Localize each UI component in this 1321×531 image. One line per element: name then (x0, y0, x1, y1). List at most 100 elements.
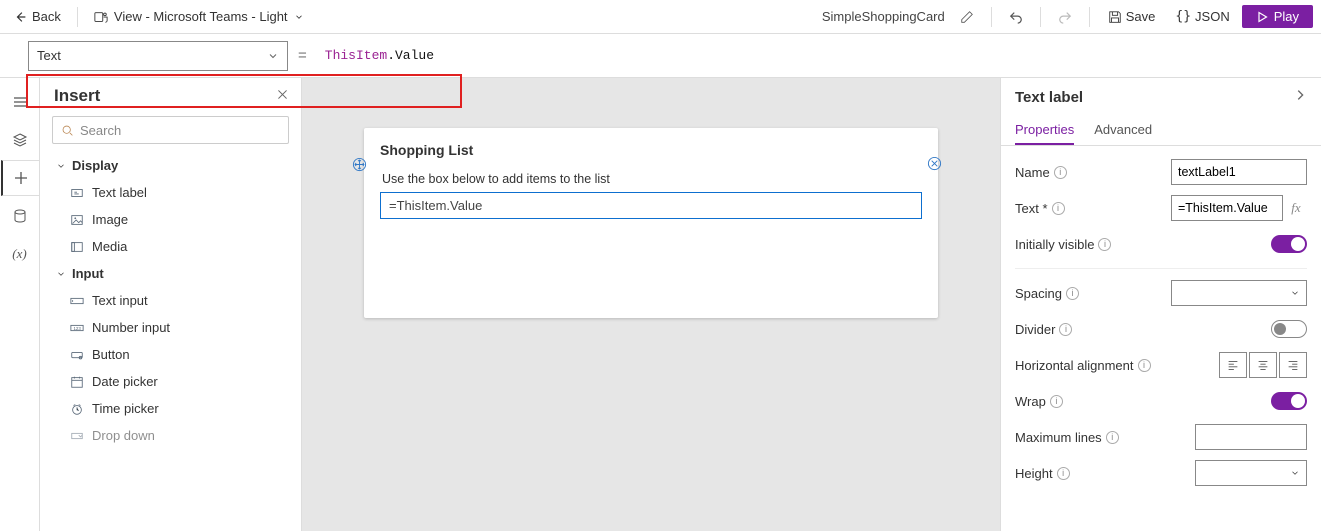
props-component-name: Text label (1015, 89, 1083, 106)
chevron-down-icon (56, 269, 66, 279)
align-right-icon (1286, 358, 1300, 372)
input-text[interactable] (1171, 195, 1283, 221)
info-icon[interactable]: i (1098, 238, 1111, 251)
chevron-down-icon (56, 161, 66, 171)
shopping-card[interactable]: Shopping List Use the box below to add i… (364, 128, 938, 318)
info-icon[interactable]: i (1066, 287, 1079, 300)
equals-sign: = (298, 47, 307, 64)
layers-icon (12, 132, 28, 148)
chevron-down-icon (294, 12, 304, 22)
formula-object: ThisItem (325, 48, 387, 63)
formula-input[interactable]: ThisItem.Value (317, 41, 1321, 71)
search-placeholder: Search (80, 123, 121, 138)
input-maxlines[interactable] (1195, 424, 1307, 450)
plus-icon (13, 170, 29, 186)
rail-menu[interactable] (1, 84, 39, 120)
text-input-icon (70, 294, 84, 308)
json-button[interactable]: {} JSON (1167, 7, 1237, 26)
item-date-picker[interactable]: Date picker (56, 368, 291, 395)
info-icon[interactable]: i (1057, 467, 1070, 480)
move-handle[interactable] (351, 156, 367, 172)
rail-data[interactable] (1, 198, 39, 234)
tab-advanced[interactable]: Advanced (1094, 116, 1152, 145)
category-input[interactable]: Input (56, 260, 291, 287)
label-spacing: Spacing (1015, 286, 1062, 301)
rail-variables[interactable]: (x) (1, 236, 39, 272)
info-icon[interactable]: i (1106, 431, 1119, 444)
category-label: Display (72, 158, 118, 173)
calendar-icon (70, 375, 84, 389)
rail-insert[interactable] (1, 160, 39, 196)
formula-prop: .Value (387, 48, 434, 63)
item-button[interactable]: Button (56, 341, 291, 368)
info-icon[interactable]: i (1050, 395, 1063, 408)
formula-property-label: Text (37, 48, 61, 63)
view-selector[interactable]: View - Microsoft Teams - Light (88, 7, 310, 26)
item-text-label[interactable]: Text label (56, 179, 291, 206)
align-right[interactable] (1279, 352, 1307, 378)
rail-tree[interactable] (1, 122, 39, 158)
json-label: JSON (1195, 9, 1230, 24)
teams-icon (94, 10, 108, 24)
dropdown-icon (70, 429, 84, 443)
undo-button[interactable] (1002, 3, 1030, 31)
media-icon (70, 240, 84, 254)
close-icon (276, 88, 289, 101)
select-height[interactable] (1195, 460, 1307, 486)
item-text-input[interactable]: Text input (56, 287, 291, 314)
expand-panel-button[interactable] (1293, 88, 1307, 106)
button-icon (70, 348, 84, 362)
label-name: Name (1015, 165, 1050, 180)
tab-properties[interactable]: Properties (1015, 116, 1074, 145)
item-media[interactable]: Media (56, 233, 291, 260)
info-icon[interactable]: i (1138, 359, 1151, 372)
redo-icon (1058, 10, 1072, 24)
selected-text-label[interactable]: =ThisItem.Value (380, 192, 922, 219)
category-display[interactable]: Display (56, 152, 291, 179)
align-left[interactable] (1219, 352, 1247, 378)
info-icon[interactable]: i (1052, 202, 1065, 215)
redo-button (1051, 3, 1079, 31)
toggle-wrap[interactable] (1271, 392, 1307, 410)
tree-item-label: Drop down (92, 428, 155, 443)
close-panel-button[interactable] (276, 86, 289, 106)
item-number-input[interactable]: 123 Number input (56, 314, 291, 341)
chevron-down-icon (1290, 468, 1300, 478)
search-icon (61, 124, 74, 137)
tree-item-label: Time picker (92, 401, 159, 416)
back-button[interactable]: Back (8, 7, 67, 26)
input-name[interactable] (1171, 159, 1307, 185)
formula-property-dropdown[interactable]: Text (28, 41, 288, 71)
delete-handle[interactable] (927, 156, 942, 174)
label-height: Height (1015, 466, 1053, 481)
edit-name-button[interactable] (953, 3, 981, 31)
tree-item-label: Image (92, 212, 128, 227)
play-icon (1256, 11, 1268, 23)
tree-item-label: Text input (92, 293, 148, 308)
align-center[interactable] (1249, 352, 1277, 378)
item-image[interactable]: Image (56, 206, 291, 233)
image-icon (70, 213, 84, 227)
item-time-picker[interactable]: Time picker (56, 395, 291, 422)
save-button[interactable]: Save (1100, 7, 1164, 26)
info-icon[interactable]: i (1059, 323, 1072, 336)
separator (77, 7, 78, 27)
view-label: View - Microsoft Teams - Light (114, 9, 288, 24)
category-label: Input (72, 266, 104, 281)
toggle-visible[interactable] (1271, 235, 1307, 253)
card-title: Shopping List (380, 142, 922, 158)
select-spacing[interactable] (1171, 280, 1307, 306)
back-label: Back (32, 9, 61, 24)
clock-icon (70, 402, 84, 416)
move-icon (352, 157, 367, 172)
fx-button[interactable]: fx (1285, 195, 1307, 221)
info-icon[interactable]: i (1054, 166, 1067, 179)
toggle-divider[interactable] (1271, 320, 1307, 338)
label-text: Text * (1015, 201, 1048, 216)
play-button[interactable]: Play (1242, 5, 1313, 28)
item-dropdown[interactable]: Drop down (56, 422, 291, 449)
insert-panel: Insert Search Display Text label Image (40, 78, 302, 531)
insert-tree: Display Text label Image Media Input Tex… (40, 152, 301, 531)
search-input[interactable]: Search (52, 116, 289, 144)
canvas[interactable]: Shopping List Use the box below to add i… (302, 78, 1000, 531)
